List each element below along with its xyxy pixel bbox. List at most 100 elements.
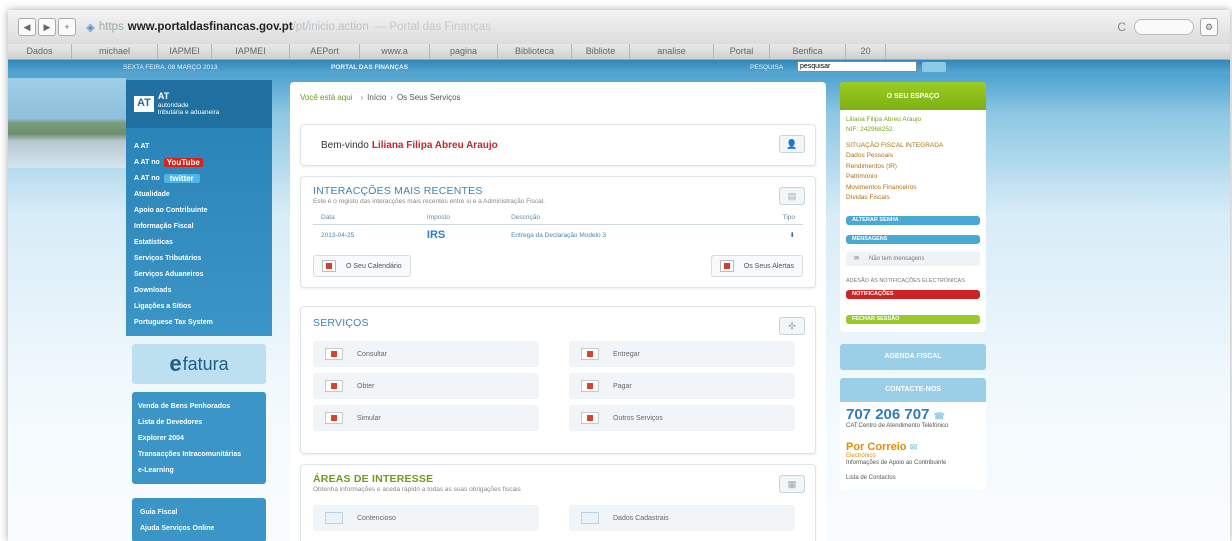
bookmark-item[interactable]: IAPMEI (158, 44, 212, 59)
services-expand-icon[interactable]: ✣ (779, 317, 805, 335)
mail-icon: ✉ (854, 256, 860, 262)
space-link[interactable]: Dados Pessoais (840, 151, 986, 161)
service-button[interactable]: Consultar (313, 341, 539, 367)
sidebar-item[interactable]: Lista de Devedores (132, 414, 266, 430)
logo-line2: autoridade (157, 101, 189, 109)
reload-icon[interactable]: C (1117, 20, 1126, 34)
notifications-button[interactable]: NOTIFICAÇÕES (846, 289, 980, 299)
interest-areas-box: ÁREAS DE INTERESSE Obtenha informações e… (300, 464, 816, 541)
sidebar-item[interactable]: Apoio ao Contribuinte (126, 202, 272, 218)
bookmark-item[interactable]: pagina (430, 44, 498, 59)
agenda-fiscal-button[interactable]: AGENDA FISCAL (840, 343, 986, 370)
browser-window: ◀ ▶ + ◈ https www.portaldasfinancas.gov.… (8, 10, 1230, 541)
bookmark-item[interactable]: michael (72, 44, 158, 59)
main-content: Você está aqui › Início › Os Seus Serviç… (290, 82, 826, 541)
no-messages-text: Não tem mensagens (869, 255, 925, 262)
sidebar-item[interactable]: Estatísticas (126, 234, 272, 250)
url-field[interactable]: ◈ https www.portaldasfinancas.gov.pt /pt… (86, 20, 491, 34)
interactions-title: INTERACÇÕES MAIS RECENTES (313, 185, 483, 197)
bookmark-item[interactable]: analise (630, 44, 714, 59)
calendar-button[interactable]: O Seu Calendário (313, 255, 411, 277)
settings-icon[interactable]: ⚙ (1200, 18, 1218, 36)
logo-line3: tributária e aduaneira (157, 109, 220, 117)
contacts-list-link[interactable]: Lista de Contactos (840, 467, 986, 489)
sidebar-item-label: Ligações a Sítios (134, 302, 192, 310)
site-search-input[interactable] (797, 61, 917, 72)
service-icon (325, 380, 343, 392)
space-link[interactable]: Rendimentos (IR) (840, 162, 986, 172)
messages-button[interactable]: MENSAGENS (846, 234, 980, 244)
sidebar-menu-help: Guia Fiscal Ajuda Serviços Online (132, 498, 266, 541)
interactions-subtitle: Este é o registo das interacções mais re… (313, 198, 545, 205)
space-link[interactable]: Movimentos Financeiros (840, 183, 986, 193)
space-link[interactable]: Património (840, 172, 986, 182)
forward-icon[interactable]: ▶ (38, 18, 56, 36)
sidebar-item-label: Downloads (134, 286, 172, 294)
breadcrumb-inicio[interactable]: Início (367, 93, 386, 102)
col-data: Data (313, 211, 419, 225)
header-portal-name[interactable]: PORTAL DAS FINANÇAS (331, 64, 408, 71)
bookmark-item[interactable]: Benfica (770, 44, 846, 59)
efatura-banner[interactable]: e fatura (132, 344, 266, 384)
service-label: Consultar (357, 350, 387, 358)
sidebar-item[interactable]: A AT (126, 138, 272, 154)
service-button[interactable]: Entregar (569, 341, 795, 367)
add-bookmark-icon[interactable]: + (58, 18, 76, 36)
sidebar-item-label: Apoio ao Contribuinte (134, 206, 208, 214)
col-imposto: Imposto (418, 211, 504, 225)
table-row[interactable]: 2013-04-25 IRS Entrega da Declaração Mod… (313, 225, 803, 246)
welcome-user-name: Liliana Filipa Abreu Araujo (371, 139, 498, 151)
sidebar-item[interactable]: A AT no YouTube (126, 154, 272, 170)
sidebar-item[interactable]: Serviços Aduaneiros (126, 266, 272, 282)
email-title-text: Por Correio (846, 440, 907, 453)
service-button[interactable]: Obter (313, 373, 539, 399)
sidebar-menu-main: A AT A AT no YouTube A AT no twitter Atualida… (126, 128, 272, 336)
service-button[interactable]: Outros Serviços (569, 405, 795, 431)
bookmark-item[interactable]: Portal (714, 44, 770, 59)
space-link[interactable]: SITUAÇÃO FISCAL INTEGRADA (840, 136, 986, 151)
bookmark-item[interactable]: Dados (8, 44, 72, 59)
logout-button[interactable]: FECHAR SESSÃO (846, 314, 980, 324)
sidebar-item[interactable]: A AT no twitter (126, 170, 272, 186)
bookmark-item[interactable]: Bibliote (572, 44, 630, 59)
email-title[interactable]: Por Correio ✉ (840, 429, 986, 453)
download-icon[interactable]: ⬇ (742, 225, 803, 246)
search-label: PESQUISA (750, 63, 784, 71)
sidebar-item[interactable]: Transacções Intracomunitárias (132, 446, 266, 462)
sidebar-item[interactable]: Downloads (126, 282, 272, 298)
sidebar-item[interactable]: Serviços Tributários (126, 250, 272, 266)
breadcrumb-label: Você está aqui (300, 92, 353, 102)
service-button[interactable]: Pagar (569, 373, 795, 399)
space-link[interactable]: Dívidas Fiscais (840, 193, 986, 203)
sidebar-item[interactable]: Atualidade (126, 186, 272, 202)
bookmark-item[interactable]: 20 (846, 44, 886, 59)
alerts-button[interactable]: Os Seus Alertas (710, 255, 803, 277)
area-button[interactable]: Dados Cadastrais (569, 505, 795, 531)
sidebar-item-label: Atualidade (134, 190, 170, 198)
sidebar-item[interactable]: Guia Fiscal (132, 504, 266, 520)
site-identity-icon[interactable]: ◈ (86, 20, 95, 34)
back-icon[interactable]: ◀ (18, 18, 36, 36)
sidebar-item[interactable]: e-Learning (132, 462, 266, 478)
sidebar-item[interactable]: Informação Fiscal (126, 218, 272, 234)
notifications-adhesion-label: ADESÃO ÀS NOTIFICAÇÕES ELECTRÓNICAS (846, 277, 965, 284)
bookmark-item[interactable]: IAPMEI (212, 44, 290, 59)
row-descricao[interactable]: Entrega da Declaração Modelo 3 (503, 225, 742, 246)
search-submit-button[interactable] (922, 62, 946, 72)
browser-search-input[interactable] (1134, 19, 1194, 35)
sidebar-item[interactable]: Ajuda Serviços Online (132, 520, 266, 536)
address-bar: ◀ ▶ + ◈ https www.portaldasfinancas.gov.… (8, 10, 1230, 44)
at-logo[interactable]: AT AT autoridade tributária e aduaneira (126, 80, 272, 128)
area-button[interactable]: Contencioso (313, 505, 539, 531)
bookmark-item[interactable]: Biblioteca (498, 44, 572, 59)
sidebar-item[interactable]: Venda de Bens Penhorados (132, 398, 266, 414)
bookmark-item[interactable]: AEPort (290, 44, 360, 59)
breadcrumb-servicos[interactable]: Os Seus Serviços (397, 93, 461, 102)
sidebar-item[interactable]: Portuguese Tax System (126, 314, 272, 330)
space-links: SITUAÇÃO FISCAL INTEGRADA Dados Pessoais R… (840, 136, 986, 204)
service-button[interactable]: Simular (313, 405, 539, 431)
sidebar-item[interactable]: Ligações a Sítios (126, 298, 272, 314)
change-password-button[interactable]: ALTERAR SENHA (846, 215, 980, 225)
bookmark-item[interactable]: www.a (360, 44, 430, 59)
sidebar-item[interactable]: Explorer 2004 (132, 430, 266, 446)
